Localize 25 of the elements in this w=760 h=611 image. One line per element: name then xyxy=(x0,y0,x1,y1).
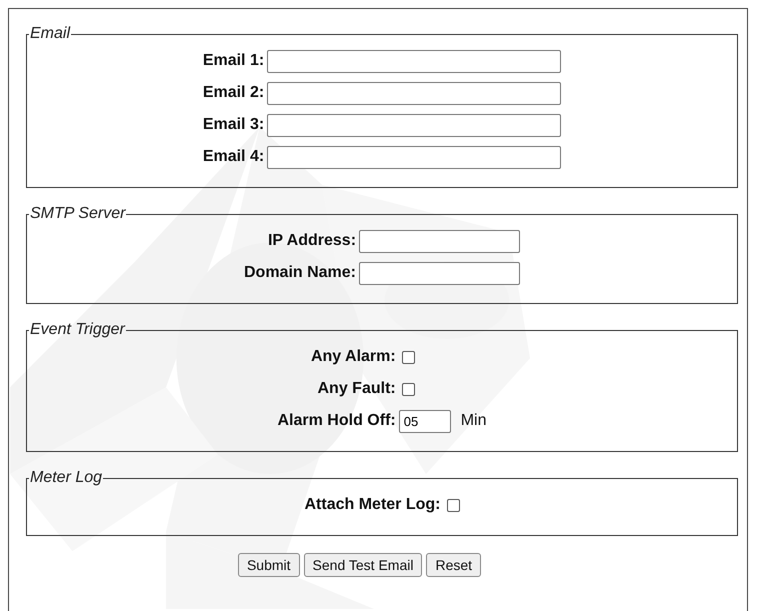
field-label: Any Fault: xyxy=(316,380,396,398)
form-button[interactable]: Reset xyxy=(426,553,482,577)
group-legend: Email xyxy=(29,25,72,43)
number-field[interactable]: 05 xyxy=(398,410,451,432)
group-legend: Event Trigger xyxy=(29,321,126,339)
unit-label: Min xyxy=(460,412,486,430)
text-field[interactable] xyxy=(359,230,520,252)
text-field[interactable] xyxy=(359,262,520,284)
field-label: Email 1: xyxy=(202,52,264,70)
form-button[interactable]: Submit xyxy=(238,553,300,577)
field-label: Email 3: xyxy=(202,116,264,134)
form-button[interactable]: Send Test Email xyxy=(304,553,422,577)
field-label: Attach Meter Log: xyxy=(304,496,440,514)
field-label: Email 2: xyxy=(202,84,264,102)
field-label: Alarm Hold Off: xyxy=(278,412,396,430)
text-field[interactable] xyxy=(267,146,562,168)
field-label: Any Alarm: xyxy=(310,348,396,366)
field-label: Email 4: xyxy=(202,148,264,166)
group-legend: SMTP Server xyxy=(29,205,126,223)
text-field[interactable] xyxy=(267,82,562,104)
text-field[interactable] xyxy=(267,114,562,136)
field-label: IP Address: xyxy=(266,232,356,250)
group-legend: Meter Log xyxy=(29,469,104,487)
text-field[interactable] xyxy=(267,50,562,72)
field-label: Domain Name: xyxy=(244,264,356,282)
